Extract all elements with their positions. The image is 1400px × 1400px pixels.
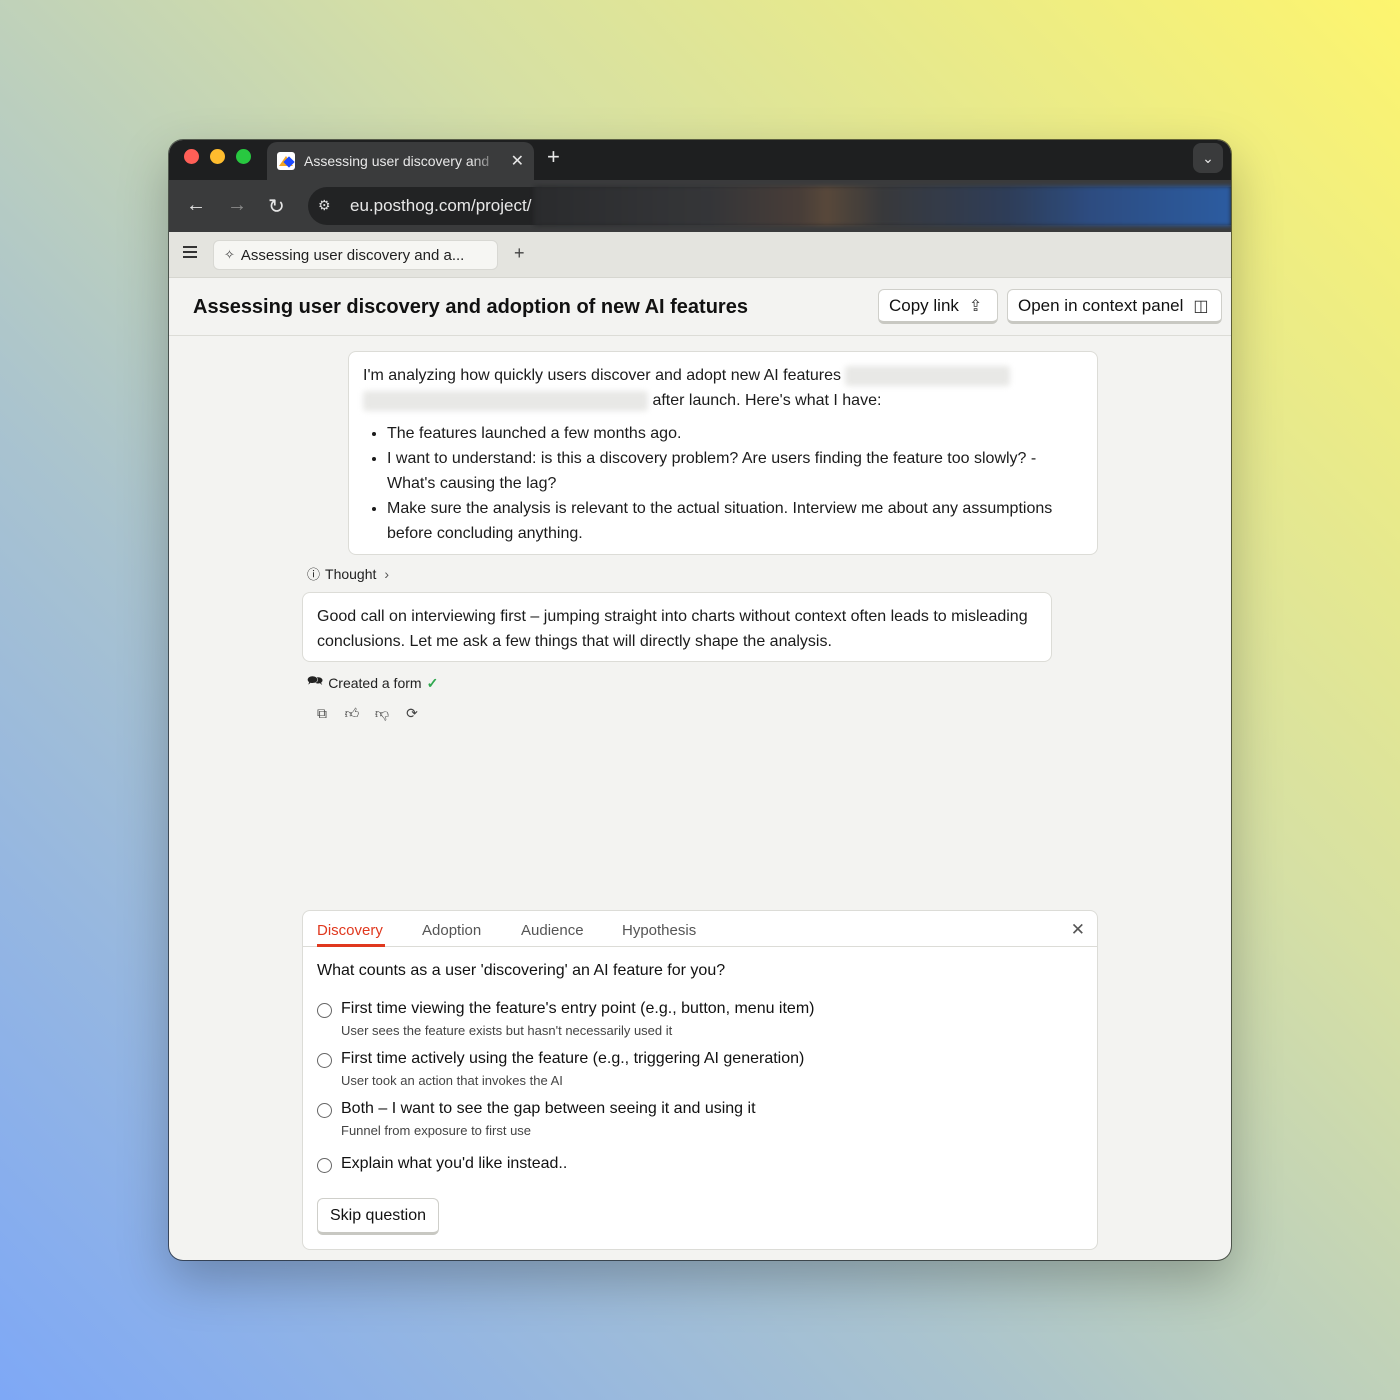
thought-label: Thought (325, 565, 377, 582)
add-tab-icon[interactable]: + (514, 243, 525, 264)
created-form-status[interactable]: 🗪 Created a form ✓ (307, 672, 438, 694)
close-window-button[interactable] (184, 149, 199, 164)
created-label: Created a form (328, 675, 422, 691)
tab-hypothesis[interactable]: Hypothesis (622, 922, 696, 939)
redacted-toolbar-area (534, 186, 1231, 226)
radio-button[interactable] (317, 1053, 332, 1068)
redacted-text (845, 365, 1011, 386)
form-tabs: Discovery Adoption Audience Hypothesis ✕ (303, 911, 1097, 947)
open-context-label: Open in context panel (1018, 295, 1184, 315)
list-item: Make sure the analysis is relevant to th… (387, 496, 1083, 546)
list-item: I want to understand: is this a discover… (387, 446, 1083, 496)
thought-toggle[interactable]: ⓘ Thought › (307, 564, 389, 583)
open-context-panel-button[interactable]: Open in context panel ◫ (1007, 289, 1222, 324)
option-description: User sees the feature exists but hasn't … (341, 1023, 673, 1038)
redacted-text (363, 390, 648, 411)
browser-toolbar: ← → ↻ ⚙ eu.posthog.com/project/ (169, 180, 1231, 232)
browser-tab-strip: Assessing user discovery and ✕ + ⌄ (169, 140, 1231, 180)
app-tab-title: Assessing user discovery and a... (240, 246, 465, 264)
user-message-text: I'm analyzing how quickly users discover… (363, 363, 1083, 413)
browser-tab[interactable]: Assessing user discovery and ✕ (267, 142, 534, 180)
posthog-logo-icon (277, 152, 295, 170)
page-header: Assessing user discovery and adoption of… (169, 278, 1231, 336)
radio-button[interactable] (317, 1003, 332, 1018)
option-label: Explain what you'd like instead.. (341, 1155, 568, 1172)
tab-discovery[interactable]: Discovery (317, 922, 383, 939)
form-icon: 🗪 (307, 673, 324, 688)
sparkle-icon: ✧ (224, 247, 235, 262)
browser-window: Assessing user discovery and ✕ + ⌄ ← → ↻… (169, 140, 1231, 1260)
question-form: Discovery Adoption Audience Hypothesis ✕… (302, 910, 1098, 1250)
user-message: I'm analyzing how quickly users discover… (348, 351, 1098, 555)
browser-tab-title: Assessing user discovery and (304, 153, 490, 169)
option-label: First time actively using the feature (e… (341, 1050, 805, 1067)
active-tab-indicator (317, 944, 385, 947)
skip-question-button[interactable]: Skip question (317, 1198, 439, 1235)
close-tab-icon[interactable]: ✕ (511, 151, 524, 171)
back-arrow-icon[interactable]: ← (186, 194, 206, 217)
assistant-message: Good call on interviewing first – jumpin… (302, 592, 1052, 662)
app-tab-bar: ✧ Assessing user discovery and a... + (169, 232, 1231, 278)
check-icon: ✓ (426, 674, 439, 691)
option-description: User took an action that invokes the AI (341, 1073, 563, 1088)
chevron-right-icon: › (384, 565, 390, 582)
question-text: What counts as a user 'discovering' an A… (317, 962, 726, 979)
copy-link-label: Copy link (889, 295, 959, 315)
user-message-bullets: The features launched a few months ago. … (363, 421, 1083, 546)
list-item: The features launched a few months ago. (387, 421, 1083, 446)
menu-icon[interactable] (183, 246, 197, 258)
page-title: Assessing user discovery and adoption of… (193, 296, 748, 318)
option-label: Both – I want to see the gap between see… (341, 1100, 756, 1117)
new-tab-icon[interactable]: + (547, 144, 560, 170)
thumbs-down-icon[interactable]: 👎︎ (374, 705, 390, 722)
tab-adoption[interactable]: Adoption (422, 922, 481, 939)
thumbs-up-icon[interactable]: 👍︎ (344, 705, 360, 722)
option-label: First time viewing the feature's entry p… (341, 1000, 815, 1017)
maximize-window-button[interactable] (236, 149, 251, 164)
tab-search-chevron-icon[interactable]: ⌄ (1193, 143, 1223, 173)
app-tab[interactable]: ✧ Assessing user discovery and a... (213, 240, 498, 270)
radio-button[interactable] (317, 1103, 332, 1118)
user-message-line1: I'm analyzing how quickly users discover… (363, 367, 841, 384)
message-actions: ⧉ 👍︎ 👎︎ ⟳ (314, 705, 420, 722)
option-description: Funnel from exposure to first use (341, 1123, 532, 1138)
close-icon[interactable]: ✕ (1071, 920, 1085, 940)
reload-icon[interactable]: ↻ (268, 194, 285, 219)
tab-audience[interactable]: Audience (521, 922, 584, 939)
share-icon: ⇪ (968, 297, 983, 315)
radio-button[interactable] (317, 1158, 332, 1173)
url-text: eu.posthog.com/project/ (350, 196, 532, 215)
forward-arrow-icon[interactable]: → (227, 194, 247, 217)
copy-link-button[interactable]: Copy link ⇪ (878, 289, 998, 324)
retry-icon[interactable]: ⟳ (404, 705, 420, 722)
minimize-window-button[interactable] (210, 149, 225, 164)
side-panel-icon: ◫ (1193, 297, 1209, 315)
user-message-line2: after launch. Here's what I have: (652, 392, 882, 409)
copy-icon[interactable]: ⧉ (314, 705, 330, 722)
site-settings-icon[interactable]: ⚙ (318, 197, 336, 215)
brain-icon: ⓘ (307, 567, 321, 582)
